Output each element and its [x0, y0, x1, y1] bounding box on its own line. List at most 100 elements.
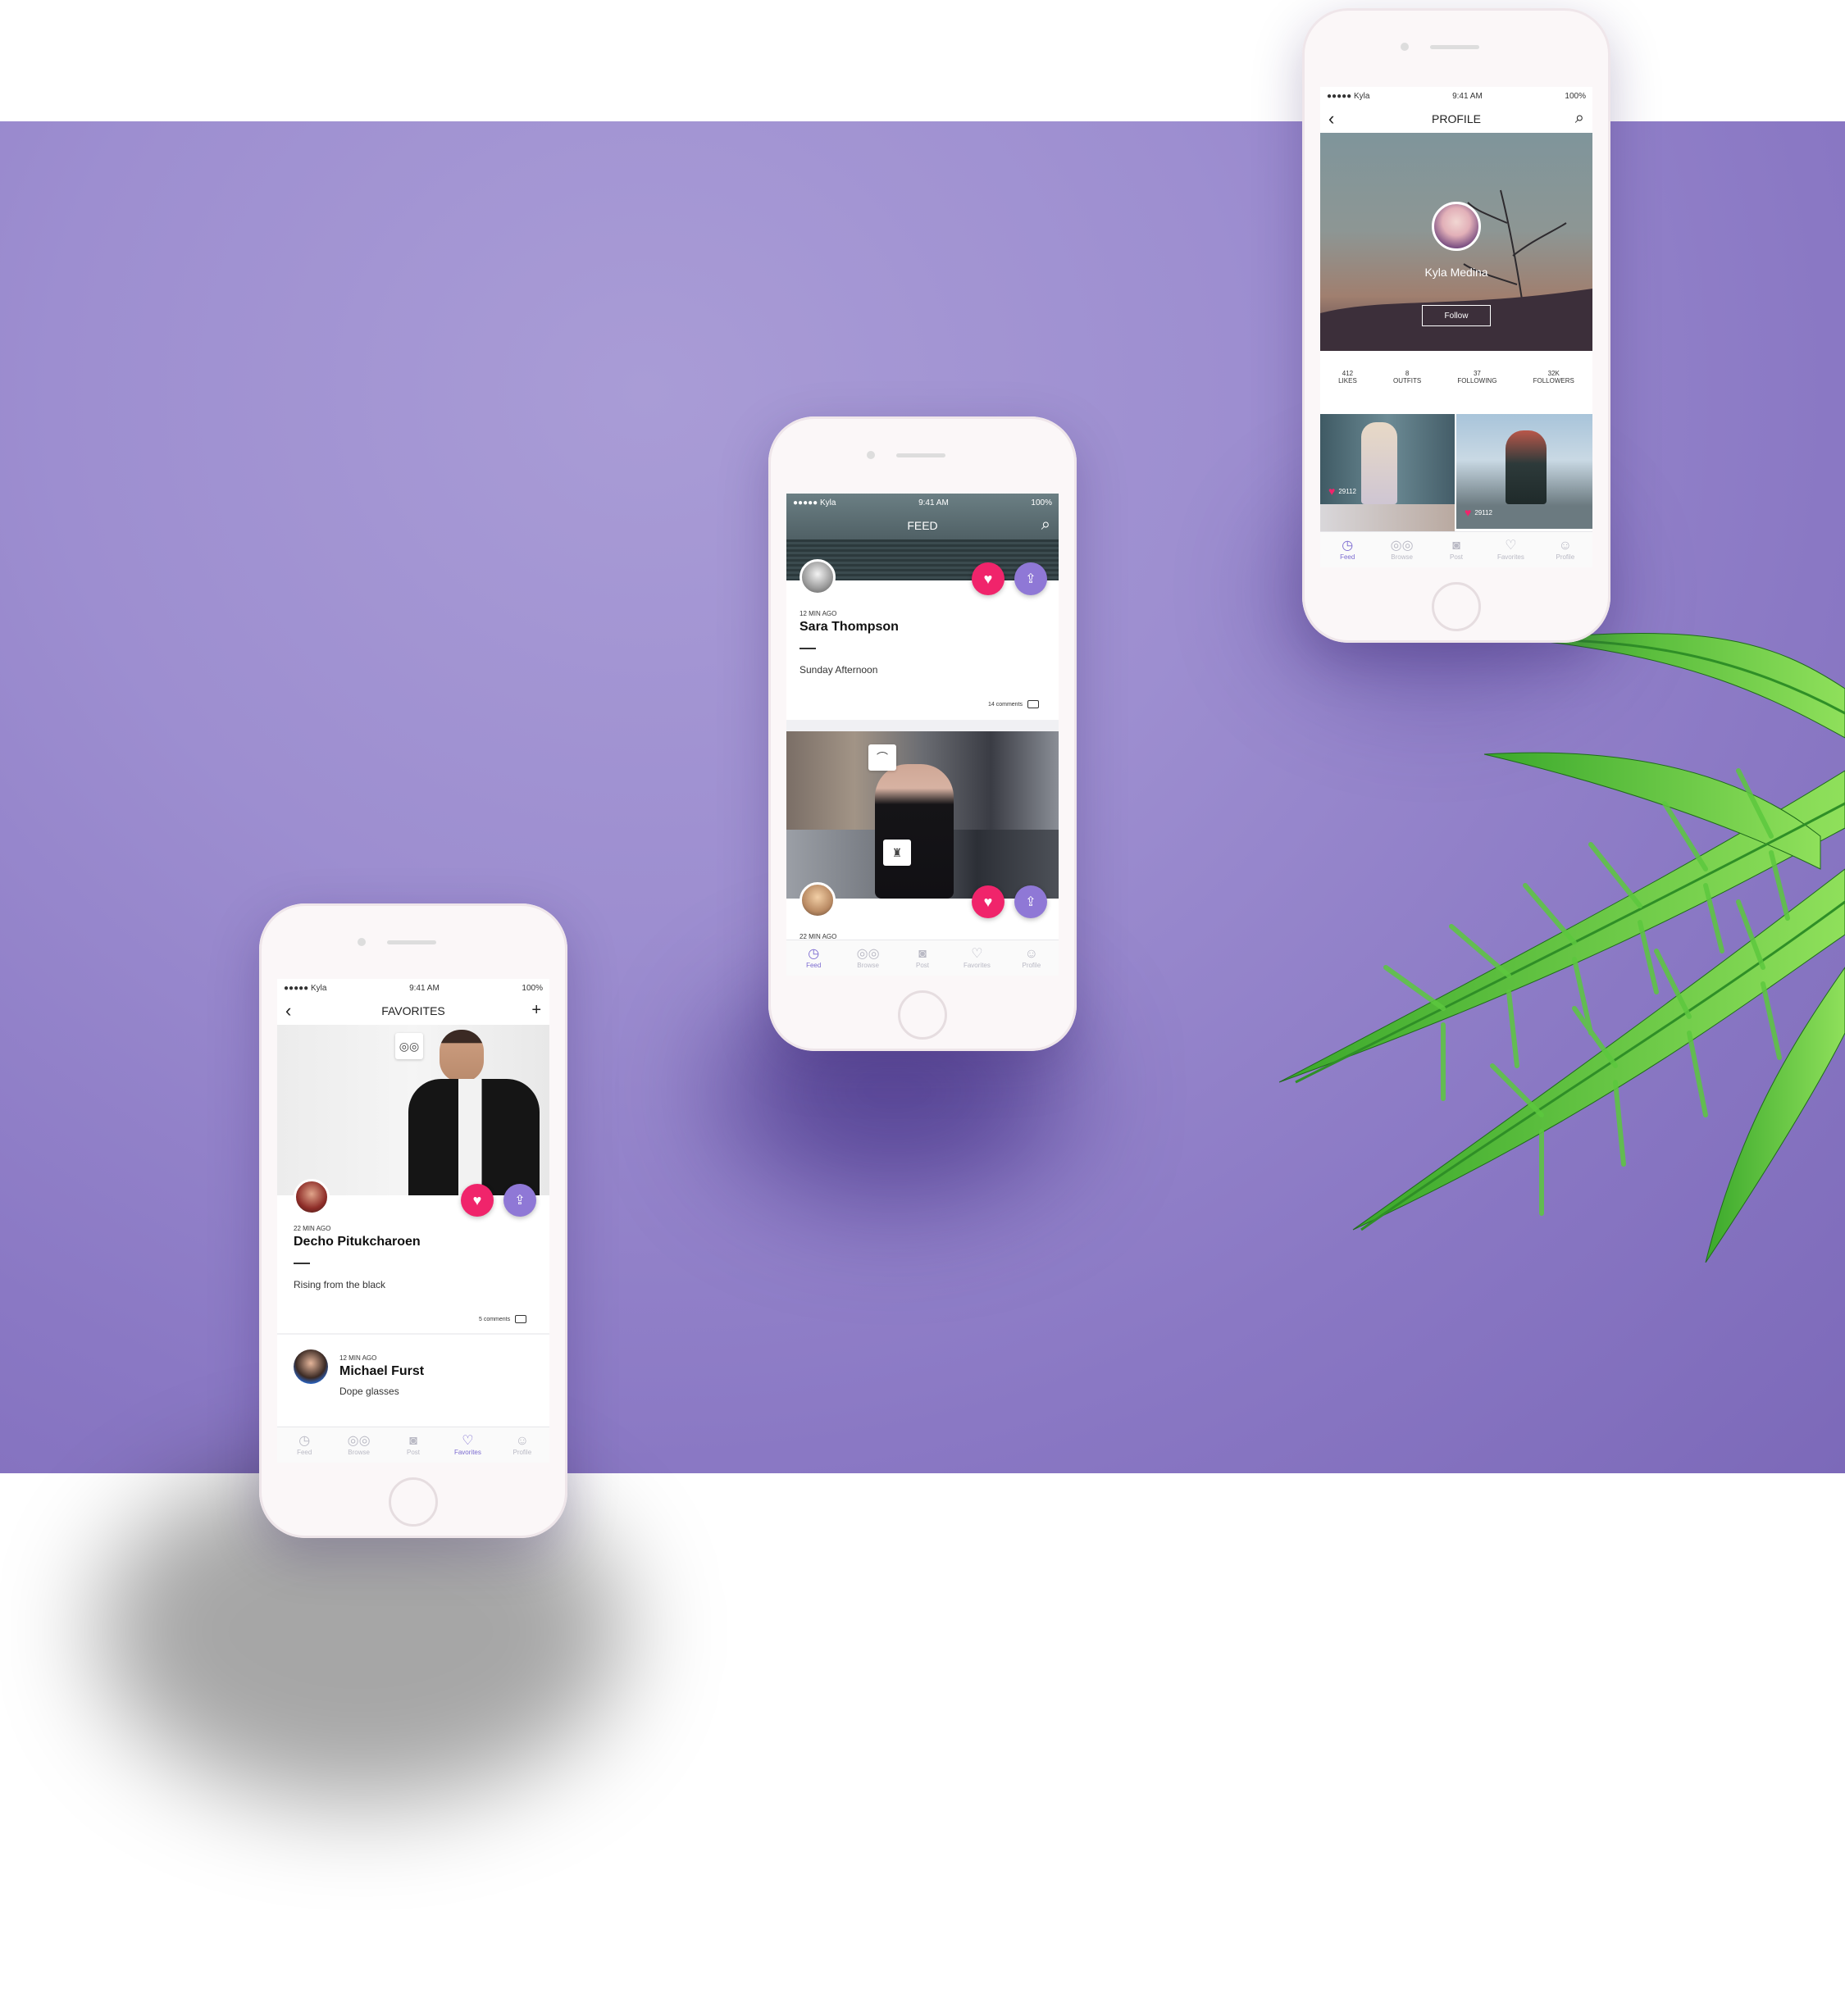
person-figure: [1361, 422, 1397, 504]
post-caption: Sunday Afternoon: [800, 664, 878, 676]
tab-bar: ◷ Feed ◎◎ Browse ◙ Post ♡ Favorites ☺ Profile: [1320, 531, 1592, 567]
tab-browse[interactable]: ◎◎ Browse: [840, 940, 895, 976]
tab-label: Feed: [806, 962, 822, 969]
avatar[interactable]: [294, 1349, 328, 1384]
post-time: 22 MIN AGO: [294, 1225, 331, 1232]
tab-profile[interactable]: ☺ Profile: [1004, 940, 1059, 976]
divider: [294, 1263, 310, 1264]
post-username[interactable]: Sara Thompson: [800, 620, 899, 635]
glasses-tag[interactable]: ◎◎: [395, 1033, 423, 1059]
stat-followers[interactable]: 32K FOLLOWERS: [1533, 370, 1574, 385]
hoodie-tag[interactable]: ♜: [883, 840, 911, 866]
back-icon[interactable]: ‹: [1328, 110, 1334, 128]
tab-profile[interactable]: ☺ Profile: [1538, 532, 1592, 567]
profile-name: Kyla Medina: [1424, 266, 1488, 279]
carrier-label: ●●●●● Kyla: [1327, 91, 1370, 101]
like-count: ♥ 29112: [1465, 506, 1492, 519]
avatar[interactable]: [800, 559, 836, 595]
post-photo[interactable]: [786, 731, 1059, 899]
share-button[interactable]: ⇪: [1014, 562, 1047, 595]
person-figure: [1506, 430, 1547, 504]
search-icon[interactable]: ⌕: [1575, 110, 1584, 126]
like-button[interactable]: ♥: [461, 1184, 494, 1217]
like-button[interactable]: ♥: [972, 562, 1004, 595]
glasses-icon: ◎◎: [1390, 539, 1414, 553]
share-icon: ⇪: [1025, 895, 1036, 909]
stat-label: FOLLOWERS: [1533, 377, 1574, 385]
like-count: ♥ 29112: [1328, 485, 1356, 498]
heart-icon: ♡: [971, 947, 983, 961]
tab-post[interactable]: ◙ Post: [1429, 532, 1483, 567]
home-button[interactable]: [1432, 582, 1481, 631]
tab-post[interactable]: ◙ Post: [895, 940, 950, 976]
tab-browse[interactable]: ◎◎ Browse: [331, 1427, 385, 1463]
page-title: PROFILE: [1432, 112, 1481, 125]
home-button[interactable]: [898, 990, 947, 1040]
tab-browse[interactable]: ◎◎ Browse: [1374, 532, 1428, 567]
battery-label: 100%: [1031, 498, 1052, 507]
tab-label: Profile: [512, 1449, 532, 1456]
user-icon: ☺: [1024, 947, 1038, 961]
nav-bar: ‹ PROFILE ⌕: [1320, 105, 1592, 133]
glasses-icon: ◎◎: [347, 1434, 371, 1448]
heart-icon: ♥: [1465, 506, 1472, 519]
stat-following[interactable]: 37 FOLLOWING: [1457, 370, 1496, 385]
grid-photo[interactable]: ♥ 29112: [1456, 414, 1592, 529]
share-icon: ⇪: [1025, 572, 1036, 586]
like-value: 29112: [1474, 508, 1492, 517]
share-icon: ⇪: [514, 1194, 526, 1208]
phone-profile: ●●●●● Kyla 9:41 AM 100% ‹ PROFILE ⌕ Kyla…: [1302, 8, 1610, 643]
grid-photo[interactable]: ♥ 29112: [1320, 414, 1455, 504]
phone-favorites: ●●●●● Kyla 9:41 AM 100% ‹ FAVORITES + ◎◎…: [259, 903, 567, 1538]
person-figure: [875, 764, 954, 899]
add-icon[interactable]: +: [531, 1002, 541, 1018]
share-button[interactable]: ⇪: [503, 1184, 536, 1217]
tab-label: Favorites: [963, 962, 991, 969]
hat-tag[interactable]: ⌒: [868, 744, 896, 771]
stat-likes[interactable]: 412 LIKES: [1338, 370, 1357, 385]
comments-count: 14 comments: [988, 701, 1023, 708]
stat-value: 37: [1473, 370, 1481, 377]
post-caption: Rising from the black: [294, 1279, 386, 1290]
status-bar: ●●●●● Kyla 9:41 AM 100%: [1320, 87, 1592, 105]
page-title: FAVORITES: [381, 1004, 445, 1017]
nav-bar: FEED ⌕: [786, 512, 1059, 539]
profile-cover: Kyla Medina Follow: [1320, 133, 1592, 351]
profile-screen: ●●●●● Kyla 9:41 AM 100% ‹ PROFILE ⌕ Kyla…: [1320, 87, 1592, 567]
tab-label: Post: [916, 962, 930, 969]
page-title: FEED: [907, 519, 938, 532]
favorites-screen: ●●●●● Kyla 9:41 AM 100% ‹ FAVORITES + ◎◎…: [277, 979, 549, 1463]
tab-favorites[interactable]: ♡ Favorites: [950, 940, 1004, 976]
stat-label: LIKES: [1338, 377, 1357, 385]
like-button[interactable]: ♥: [972, 885, 1004, 918]
follow-button[interactable]: Follow: [1422, 305, 1491, 326]
post-username[interactable]: Decho Pitukcharoen: [294, 1235, 421, 1249]
comments-link[interactable]: 5 comments: [479, 1315, 527, 1323]
avatar[interactable]: [800, 882, 836, 918]
hoodie-icon: ♜: [891, 845, 903, 859]
post-username[interactable]: Michael Furst: [339, 1364, 424, 1379]
tab-feed[interactable]: ◷ Feed: [1320, 532, 1374, 567]
share-button[interactable]: ⇪: [1014, 885, 1047, 918]
tab-favorites[interactable]: ♡ Favorites: [440, 1427, 494, 1463]
comments-count: 5 comments: [479, 1316, 511, 1322]
avatar[interactable]: [294, 1179, 330, 1215]
palm-leaf-decoration: [1279, 633, 1845, 1263]
tab-profile[interactable]: ☺ Profile: [495, 1427, 549, 1463]
head: [440, 1030, 484, 1082]
comments-link[interactable]: 14 comments: [988, 700, 1040, 708]
avatar[interactable]: [1432, 202, 1481, 251]
stat-outfits[interactable]: 8 OUTFITS: [1393, 370, 1421, 385]
back-icon[interactable]: ‹: [285, 1002, 291, 1020]
search-icon[interactable]: ⌕: [1041, 517, 1050, 533]
home-button[interactable]: [389, 1477, 438, 1527]
tab-favorites[interactable]: ♡ Favorites: [1483, 532, 1538, 567]
speaker: [896, 453, 945, 457]
tab-feed[interactable]: ◷ Feed: [786, 940, 840, 976]
tab-post[interactable]: ◙ Post: [386, 1427, 440, 1463]
tab-label: Browse: [348, 1449, 370, 1456]
tab-feed[interactable]: ◷ Feed: [277, 1427, 331, 1463]
status-bar: ●●●●● Kyla 9:41 AM 100%: [786, 494, 1059, 512]
stat-label: FOLLOWING: [1457, 377, 1497, 385]
battery-label: 100%: [1565, 91, 1586, 101]
